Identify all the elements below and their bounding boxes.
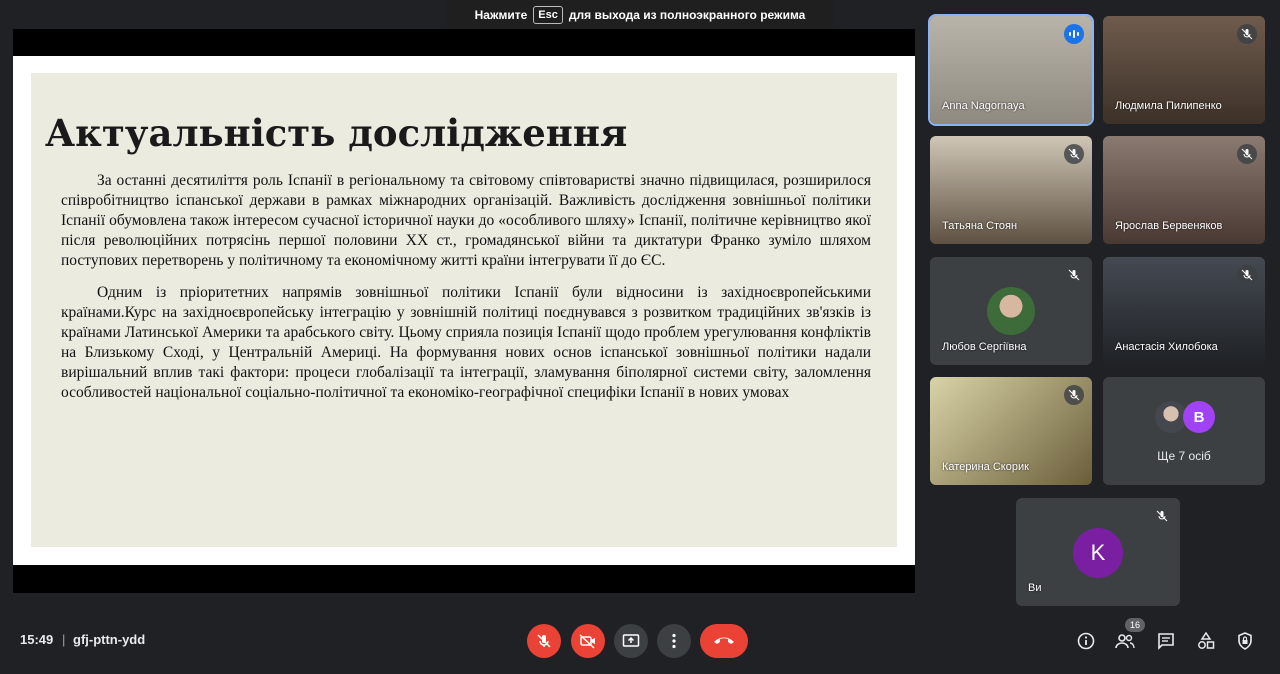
info-icon: [1077, 632, 1095, 650]
participant-tile-anna[interactable]: Anna Nagornaya: [928, 14, 1094, 126]
host-controls-icon: [1238, 632, 1252, 650]
mic-off-icon: [1237, 144, 1257, 164]
participant-name: Анастасія Хилобока: [1115, 341, 1218, 353]
mic-off-icon: [537, 634, 551, 648]
participant-name: Татьяна Стоян: [942, 220, 1018, 232]
participant-name: Людмила Пилипенко: [1115, 100, 1222, 112]
more-options-button[interactable]: [657, 624, 691, 658]
camera-off-icon: [579, 634, 595, 649]
hang-up-icon: [714, 637, 734, 644]
speaking-indicator-icon: [1064, 24, 1084, 44]
mic-off-icon: [1064, 385, 1084, 405]
slide: Актуальність дослідження За останні деся…: [31, 73, 897, 594]
activities-icon: [1198, 632, 1215, 649]
participant-tile-kateryna[interactable]: Катерина Скорик: [930, 377, 1092, 485]
avatar: [987, 287, 1035, 335]
mouse-cursor-icon: [858, 584, 868, 594]
meeting-details-button[interactable]: [1075, 630, 1097, 652]
fullscreen-banner: Нажмите Esc для выхода из полноэкранного…: [446, 0, 834, 30]
avatar: В: [1183, 401, 1215, 433]
clock: 15:49: [20, 632, 54, 647]
participant-name: Anna Nagornaya: [942, 100, 1025, 112]
present-icon: [622, 634, 640, 647]
activities-button[interactable]: [1195, 630, 1217, 652]
chat-button[interactable]: [1155, 630, 1177, 652]
camera-toggle-button[interactable]: [571, 624, 605, 658]
mic-off-icon: [1237, 24, 1257, 44]
people-button[interactable]: [1114, 630, 1136, 652]
more-participants-label: Ще 7 осіб: [1157, 449, 1211, 463]
participant-tile-tetiana[interactable]: Татьяна Стоян: [930, 136, 1092, 244]
mic-off-icon: [1237, 265, 1257, 285]
participant-name: Ярослав Бервеняков: [1115, 220, 1223, 232]
slide-paragraph-2: Одним із пріоритетних напрямів зовнішньо…: [61, 284, 871, 401]
people-count-badge: 16: [1125, 618, 1145, 632]
slide-body: За останні десятиліття роль Іспанії в ре…: [61, 171, 871, 415]
self-name: Ви: [1028, 582, 1042, 594]
mic-off-icon: [1064, 144, 1084, 164]
self-tile[interactable]: K Ви: [1016, 498, 1180, 606]
presentation-area: Актуальність дослідження За останні деся…: [13, 29, 915, 594]
bottom-toolbar: 15:49 | gfj-pttn-ydd 16: [0, 610, 1280, 674]
mic-off-icon: [1064, 265, 1084, 285]
present-button[interactable]: [614, 624, 648, 658]
meeting-code: gfj-pttn-ydd: [73, 632, 146, 647]
host-controls-button[interactable]: [1234, 630, 1256, 652]
participant-tile-liubov[interactable]: Любов Сергіївна: [930, 257, 1092, 365]
leave-call-button[interactable]: [700, 624, 748, 658]
people-icon: [1115, 634, 1135, 649]
slide-frame: Актуальність дослідження За останні деся…: [13, 56, 915, 594]
separator: |: [62, 632, 66, 647]
participant-tile-yaroslav[interactable]: Ярослав Бервеняков: [1103, 136, 1265, 244]
esc-key-hint: Esc: [533, 6, 563, 24]
participant-tile-anastasiia[interactable]: Анастасія Хилобока: [1103, 257, 1265, 365]
participant-tile-liudmyla[interactable]: Людмила Пилипенко: [1103, 16, 1265, 124]
banner-prefix: Нажмите: [474, 8, 528, 22]
participant-name: Любов Сергіївна: [942, 341, 1027, 353]
mic-off-icon: [1152, 506, 1172, 526]
self-avatar: K: [1073, 528, 1123, 578]
more-participants-tile[interactable]: В Ще 7 осіб: [1103, 377, 1265, 485]
participant-name: Катерина Скорик: [942, 461, 1029, 473]
more-options-icon: [672, 633, 676, 649]
slide-paragraph-1: За останні десятиліття роль Іспанії в ре…: [61, 172, 871, 269]
slide-title: Актуальність дослідження: [45, 111, 628, 155]
mic-toggle-button[interactable]: [527, 624, 561, 658]
banner-suffix: для выхода из полноэкранного режима: [568, 8, 806, 22]
chat-icon: [1158, 633, 1174, 650]
